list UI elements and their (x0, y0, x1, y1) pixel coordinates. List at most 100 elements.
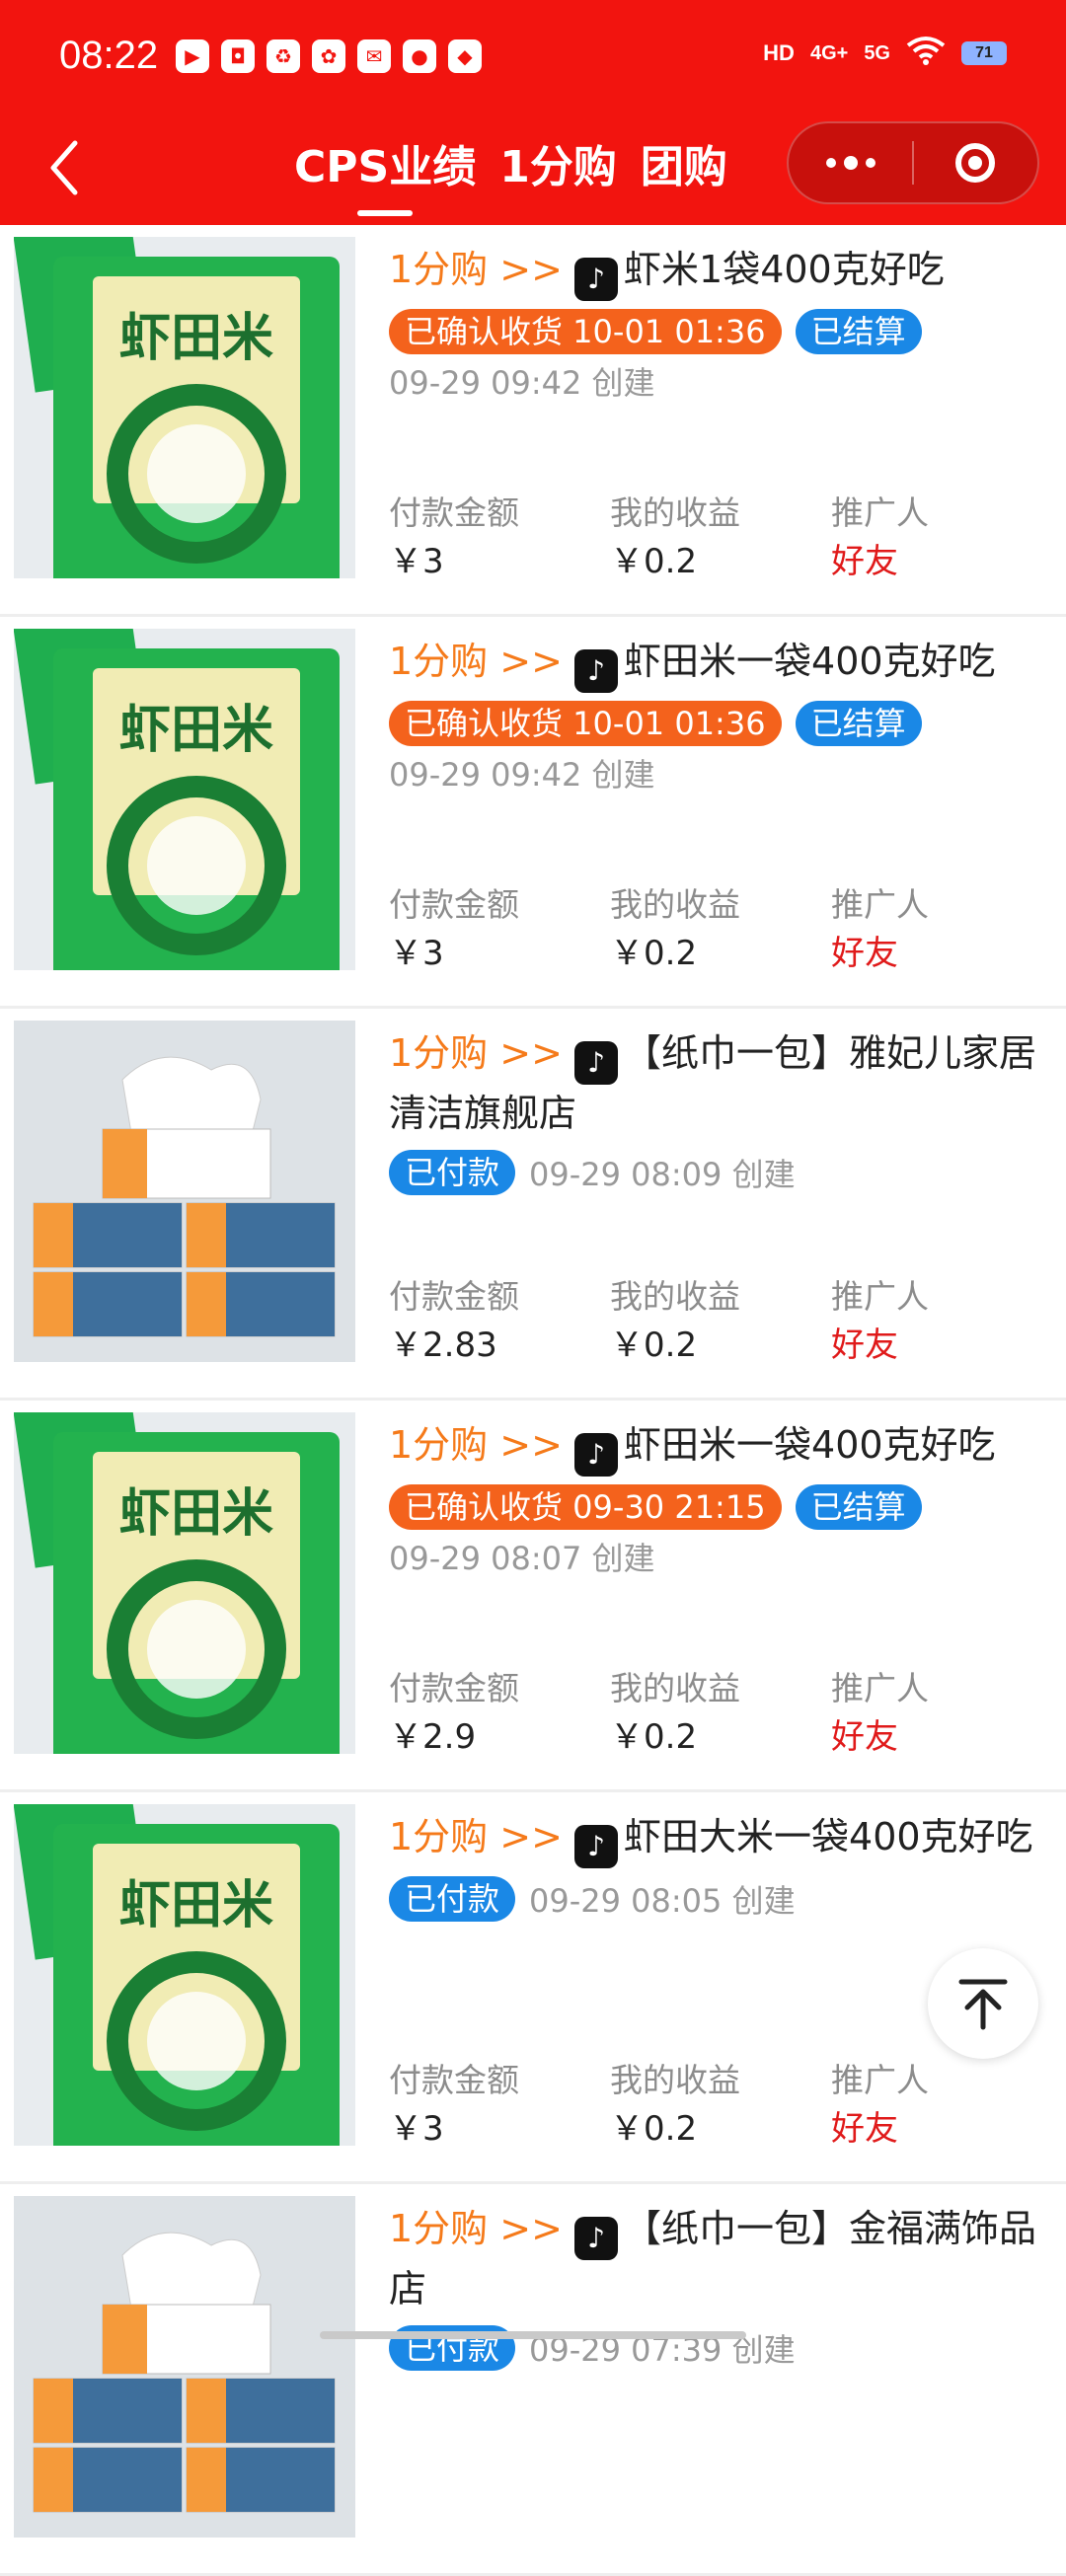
earn-label: 我的收益 (610, 1277, 740, 1316)
order-card[interactable]: 虾田米 1分购 >> ♪ 虾米1袋400克好吃已确认收货 10-01 01:36 已结… (0, 225, 1066, 617)
order-status-badge: 已确认收货 10-01 01:36 (389, 309, 782, 354)
system-icons: HD 4G+ 5G 71 (763, 36, 1007, 71)
created-time: 09-29 09:42 创建 (389, 756, 655, 794)
battery-icon: 71 (961, 41, 1007, 65)
order-title[interactable]: 1分购 >> ♪ 【纸巾一包】雅妃儿家居清洁旗舰店 (389, 1024, 1056, 1142)
order-prefix: 1分购 >> (389, 1031, 563, 1075)
close-miniapp-button[interactable] (914, 143, 1037, 183)
game-app-icon: ◘ (221, 39, 255, 73)
earn-amount: ￥0.2 (610, 542, 698, 581)
order-status-badge: 已付款 (389, 1876, 516, 1922)
back-to-top-button[interactable] (928, 1948, 1038, 2059)
tiktok-icon: ♪ (574, 1825, 619, 1868)
miniapp-capsule (787, 121, 1039, 204)
order-status-badge: 已确认收货 10-01 01:36 (389, 701, 782, 746)
earn-amount: ￥0.2 (610, 1326, 698, 1365)
target-icon (955, 143, 996, 183)
svg-text:虾田米: 虾田米 (119, 1875, 273, 1935)
earn-amount: ￥0.2 (610, 2109, 698, 2149)
order-card[interactable]: 虾田米 1分购 >> ♪ 虾田大米一袋400克好吃已付款 09-29 08:05 创建… (0, 1792, 1066, 2184)
order-stats: 付款金额 ￥3 我的收益 ￥0.2 推广人 好友 (389, 490, 1060, 586)
order-stats: 付款金额 ￥2.83 我的收益 ￥0.2 推广人 好友 (389, 1273, 1060, 1370)
promoter-value: 好友 (831, 2109, 898, 2149)
created-time: 09-29 08:07 创建 (389, 1540, 655, 1577)
recycle-app-icon: ♻ (266, 39, 300, 73)
notification-icons: ▶ ◘ ♻ ✿ ✉ ● ◆ (176, 39, 482, 73)
promoter-label: 推广人 (831, 2061, 929, 2099)
paid-label: 付款金额 (389, 885, 519, 924)
product-image[interactable]: 虾田米 (14, 1804, 355, 2146)
app-header: 08:22 ▶ ◘ ♻ ✿ ✉ ● ◆ HD 4G+ 5G 71 CPS业绩 1… (0, 0, 1066, 225)
video-app-icon: ▶ (176, 39, 209, 73)
earn-label: 我的收益 (610, 1669, 740, 1707)
promoter-label: 推广人 (831, 1277, 929, 1316)
order-badges: 已确认收货 10-01 01:36 已结算 (389, 699, 1056, 748)
mail-app-icon: ✉ (357, 39, 391, 73)
5g-signal-icon: 5G (864, 41, 890, 64)
product-image[interactable] (14, 2196, 355, 2538)
tiktok-icon: ♪ (574, 2217, 619, 2260)
back-button[interactable] (45, 133, 85, 202)
earn-label: 我的收益 (610, 2061, 740, 2099)
earn-label: 我的收益 (610, 493, 740, 532)
tab-1fen[interactable]: 1分购 (499, 131, 617, 208)
paid-amount: ￥3 (389, 2109, 444, 2149)
created-time: 09-29 08:09 创建 (529, 1156, 796, 1193)
paid-amount: ￥3 (389, 934, 444, 973)
product-name: 虾田米一袋400克好吃 (624, 640, 996, 683)
promoter-label: 推广人 (831, 885, 929, 924)
product-name: 虾田米一袋400克好吃 (624, 1423, 996, 1467)
order-stats: 付款金额 ￥3 我的收益 ￥0.2 推广人好友 (389, 881, 1060, 978)
settled-badge: 已结算 (795, 1484, 922, 1530)
promoter-value: 好友 (831, 1717, 898, 1757)
more-dot-icon (825, 158, 836, 168)
order-prefix: 1分购 >> (389, 248, 563, 291)
more-dot-icon (865, 158, 876, 168)
order-card[interactable]: 虾田米 1分购 >> ♪ 虾田米一袋400克好吃 已确认收货 09-30 21:15 已… (0, 1401, 1066, 1792)
paid-label: 付款金额 (389, 2061, 519, 2099)
order-card[interactable]: 1分购 >> ♪ 【纸巾一包】雅妃儿家居清洁旗舰店已付款 09-29 08:09 创… (0, 1009, 1066, 1401)
product-image[interactable]: 虾田米 (14, 1412, 355, 1754)
color-app-icon: ◆ (448, 39, 482, 73)
paid-label: 付款金额 (389, 1669, 519, 1707)
created-time: 09-29 09:42 创建 (389, 364, 655, 402)
arrow-up-icon (958, 1979, 1008, 2030)
nav-bar: CPS业绩 1分购 团购 (0, 114, 1066, 225)
order-title[interactable]: 1分购 >> ♪ 虾田米一袋400克好吃 (389, 1416, 1056, 1477)
home-indicator[interactable] (320, 2331, 746, 2339)
product-image[interactable] (14, 1021, 355, 1362)
paid-label: 付款金额 (389, 1277, 519, 1316)
4g-signal-icon: 4G+ (809, 41, 849, 64)
order-card[interactable]: 1分购 >> ♪ 【纸巾一包】金福满饰品店 已付款 09-29 07:39 创建 (0, 2184, 1066, 2576)
order-prefix: 1分购 >> (389, 640, 563, 683)
order-title[interactable]: 1分购 >> ♪ 虾田大米一袋400克好吃 (389, 1808, 1056, 1868)
product-image[interactable]: 虾田米 (14, 237, 355, 578)
tiktok-icon: ♪ (574, 649, 619, 693)
product-name: 虾田大米一袋400克好吃 (624, 1815, 1033, 1858)
order-stats: 付款金额 ￥2.9 我的收益 ￥0.2 推广人 好友 (389, 1665, 1060, 1762)
order-title[interactable]: 1分购 >> ♪ 【纸巾一包】金福满饰品店 (389, 2200, 1056, 2317)
paid-label: 付款金额 (389, 493, 519, 532)
earn-amount: ￥0.2 (610, 934, 698, 973)
paid-amount: ￥2.9 (389, 1717, 477, 1757)
tab-cps[interactable]: CPS业绩 (294, 131, 476, 216)
more-button[interactable] (789, 156, 912, 170)
tab-bar: CPS业绩 1分购 团购 (294, 131, 727, 216)
settled-badge: 已结算 (795, 309, 922, 354)
order-title[interactable]: 1分购 >> ♪ 虾米1袋400克好吃 (389, 241, 1056, 301)
promoter-value: 好友 (831, 542, 898, 581)
tiktok-icon: ♪ (574, 258, 619, 301)
order-card[interactable]: 虾田米 1分购 >> ♪ 虾田米一袋400克好吃 已确认收货 10-01 01:36 已… (0, 617, 1066, 1009)
promoter-value: 好友 (831, 934, 898, 973)
tab-group-buy[interactable]: 团购 (641, 131, 727, 208)
chat-app-icon: ● (403, 39, 436, 73)
order-prefix: 1分购 >> (389, 2207, 563, 2250)
product-name: 虾米1袋400克好吃 (624, 248, 945, 291)
order-badges: 已付款 09-29 08:05 创建 (389, 1874, 1056, 1924)
settled-badge: 已结算 (795, 701, 922, 746)
order-status-badge: 已付款 (389, 1150, 516, 1195)
svg-text:虾田米: 虾田米 (119, 308, 273, 368)
order-title[interactable]: 1分购 >> ♪ 虾田米一袋400克好吃 (389, 633, 1056, 693)
product-image[interactable]: 虾田米 (14, 629, 355, 970)
earn-label: 我的收益 (610, 885, 740, 924)
